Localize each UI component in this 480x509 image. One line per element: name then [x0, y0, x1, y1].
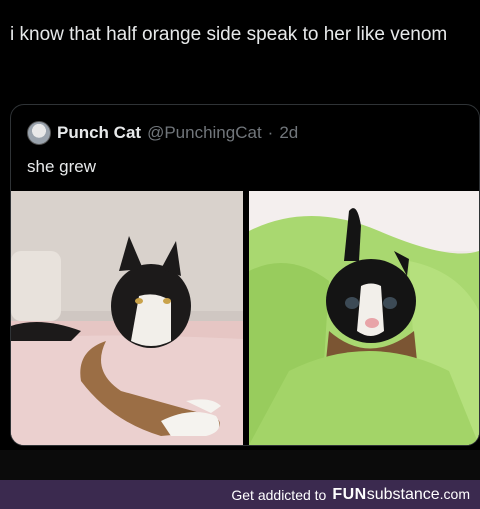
quoted-tweet-text: she grew: [27, 157, 96, 176]
display-name[interactable]: Punch Cat: [57, 123, 141, 143]
adult-cat-photo[interactable]: [11, 191, 243, 445]
quoted-tweet-header: Punch Cat @PunchingCat · 2d: [27, 121, 298, 145]
post-caption: i know that half orange side speak to he…: [10, 24, 448, 45]
brand-fun: FUN: [332, 485, 367, 503]
quoted-tweet-card[interactable]: Punch Cat @PunchingCat · 2d she grew: [10, 104, 480, 446]
user-handle[interactable]: @PunchingCat: [147, 123, 262, 143]
funsubstance-logo[interactable]: FUN substance .com: [332, 486, 470, 504]
funsubstance-footer[interactable]: Get addicted to FUN substance .com: [0, 480, 480, 509]
brand-domain: .com: [439, 485, 470, 502]
brand-substance: substance: [366, 485, 440, 503]
footer-prefix: Get addicted to: [231, 486, 327, 503]
cropped-next-post-strip: [0, 450, 480, 480]
timestamp[interactable]: 2d: [279, 123, 298, 143]
kitten-photo[interactable]: [249, 191, 479, 445]
cat-avatar-icon[interactable]: [27, 121, 51, 145]
separator-dot: ·: [267, 123, 274, 142]
